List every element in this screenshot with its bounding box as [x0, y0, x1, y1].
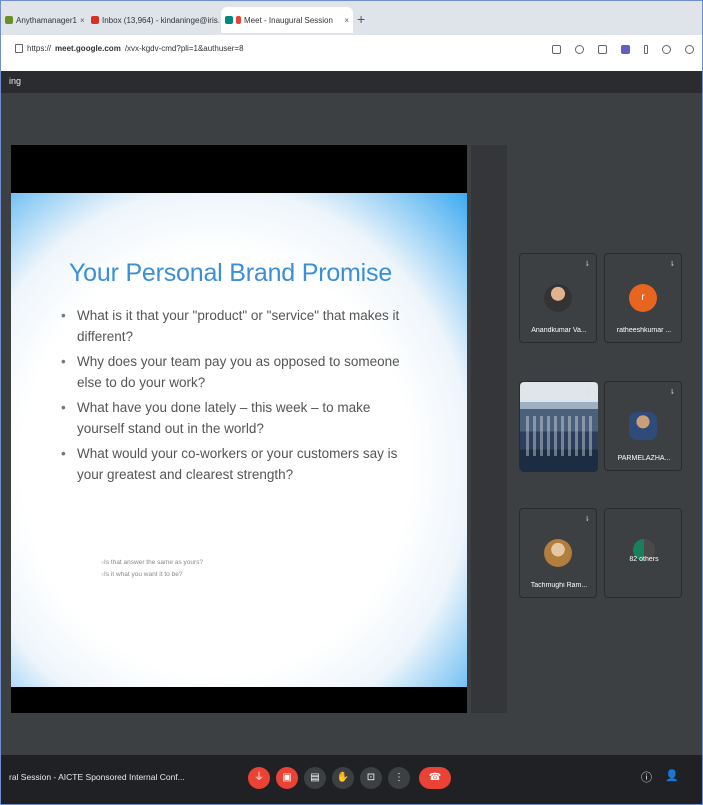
- close-icon[interactable]: ×: [80, 16, 85, 25]
- meeting-name: ral Session - AICTE Sponsored Internal C…: [9, 772, 185, 782]
- meet-header-title: ing: [9, 76, 22, 86]
- meet-icon: [225, 16, 233, 24]
- participant-tile-others[interactable]: 82 others: [604, 508, 682, 598]
- captions-icon[interactable]: ▤: [304, 767, 326, 789]
- participant-tile[interactable]: ⇂ PARMELAZHA...: [604, 381, 682, 471]
- presentation-stage[interactable]: Your Personal Brand Promise What is it t…: [11, 145, 467, 713]
- avatar: [629, 412, 657, 440]
- profile-extension-icon[interactable]: [621, 45, 630, 54]
- close-icon[interactable]: ×: [344, 16, 349, 25]
- mic-muted-icon: ⇂: [584, 261, 590, 268]
- share-icon[interactable]: [575, 45, 584, 54]
- browser-window: Anythamanager1 × Inbox (13,964) - kindan…: [0, 0, 703, 805]
- participant-tile[interactable]: ⇂ r ratheeshkumar ...: [604, 253, 682, 343]
- meet-header: ing: [1, 71, 702, 93]
- participant-name: ratheeshkumar ...: [616, 327, 672, 334]
- tab-0[interactable]: Anythamanager1 ×: [1, 7, 85, 33]
- info-icon[interactable]: ⓘ: [641, 769, 652, 785]
- present-icon[interactable]: ⊡: [360, 767, 382, 789]
- slide-sub-bullet: Is it what you want it to be?: [93, 569, 203, 581]
- gmail-icon: [91, 16, 99, 24]
- raise-hand-icon[interactable]: ✋: [332, 767, 354, 789]
- address-bar[interactable]: https://meet.google.com/xvx-kgdv-cmd?pli…: [15, 44, 244, 53]
- url-prefix: https://: [27, 44, 52, 53]
- slide-sub-bullet: Is that answer the same as yours?: [93, 557, 203, 569]
- participant-name: PARMELAZHA...: [617, 455, 671, 462]
- lock-icon: [15, 44, 23, 53]
- camera-permission-icon[interactable]: [552, 45, 561, 54]
- camera-off-icon[interactable]: ▣: [276, 767, 298, 789]
- tab-strip: Anythamanager1 × Inbox (13,964) - kindan…: [1, 1, 702, 35]
- end-call-icon[interactable]: ☎: [419, 767, 451, 789]
- presented-slide: Your Personal Brand Promise What is it t…: [11, 193, 467, 687]
- more-vert-icon[interactable]: ⋮: [388, 767, 410, 789]
- avatar: [544, 284, 572, 312]
- avatar: [544, 539, 572, 567]
- mic-muted-icon: ⇂: [669, 389, 675, 396]
- participant-name: Anandkumar Va...: [531, 327, 587, 334]
- slide-bullet: What would your co-workers or your custo…: [61, 443, 401, 485]
- tab-title: Anythamanager1: [16, 15, 77, 25]
- slide-bullet: Why does your team pay you as opposed to…: [61, 351, 401, 393]
- presentation-side-strip: [471, 145, 507, 713]
- recording-icon: [236, 16, 241, 24]
- participant-tile[interactable]: ⇂ Anandkumar Va...: [519, 253, 597, 343]
- participant-name: Tachmughi Ram...: [530, 582, 588, 589]
- tab-2-active[interactable]: Meet - Inaugural Session ×: [221, 7, 353, 33]
- meet-app: ing Your Personal Brand Promise What is …: [1, 71, 702, 804]
- slide-bullets: What is it that your "product" or "servi…: [61, 305, 401, 489]
- mic-muted-icon: ⇂: [669, 261, 675, 268]
- menu-icon[interactable]: [685, 45, 694, 54]
- account-icon[interactable]: [662, 45, 671, 54]
- meet-control-bar: ral Session - AICTE Sponsored Internal C…: [1, 755, 702, 804]
- mic-muted-icon: ⇂: [584, 516, 590, 523]
- toolbar-icons: [552, 45, 694, 54]
- people-icon[interactable]: 👤: [665, 769, 679, 782]
- tab-1[interactable]: Inbox (13,964) - kindaninge@iris. ×: [87, 7, 219, 33]
- meet-body: Your Personal Brand Promise What is it t…: [1, 93, 702, 804]
- tab-title: Inbox (13,964) - kindaninge@iris.: [102, 15, 219, 25]
- url-host: meet.google.com: [55, 44, 121, 53]
- avatar: r: [629, 284, 657, 312]
- slide-title: Your Personal Brand Promise: [69, 259, 393, 287]
- doc-icon: [5, 16, 13, 24]
- divider-icon: [644, 45, 648, 54]
- mic-muted-icon: ⇂: [584, 389, 590, 396]
- slide-bullet: What is it that your "product" or "servi…: [61, 305, 401, 347]
- extension-icon[interactable]: [598, 45, 607, 54]
- url-path: /xvx-kgdv-cmd?pli=1&authuser=8: [124, 44, 244, 53]
- tab-title: Meet - Inaugural Session: [244, 15, 333, 25]
- address-bar-row: https://meet.google.com/xvx-kgdv-cmd?pli…: [1, 35, 702, 72]
- mic-off-icon[interactable]: ⏚: [248, 767, 270, 789]
- new-tab-button[interactable]: +: [357, 11, 365, 27]
- slide-bullet: What have you done lately – this week – …: [61, 397, 401, 439]
- slide-sub-bullets: Is that answer the same as yours? Is it …: [93, 557, 203, 581]
- participant-tile-video[interactable]: ⇂: [519, 381, 598, 472]
- participant-tile[interactable]: ⇂ Tachmughi Ram...: [519, 508, 597, 598]
- participant-name: 82 others: [629, 556, 659, 563]
